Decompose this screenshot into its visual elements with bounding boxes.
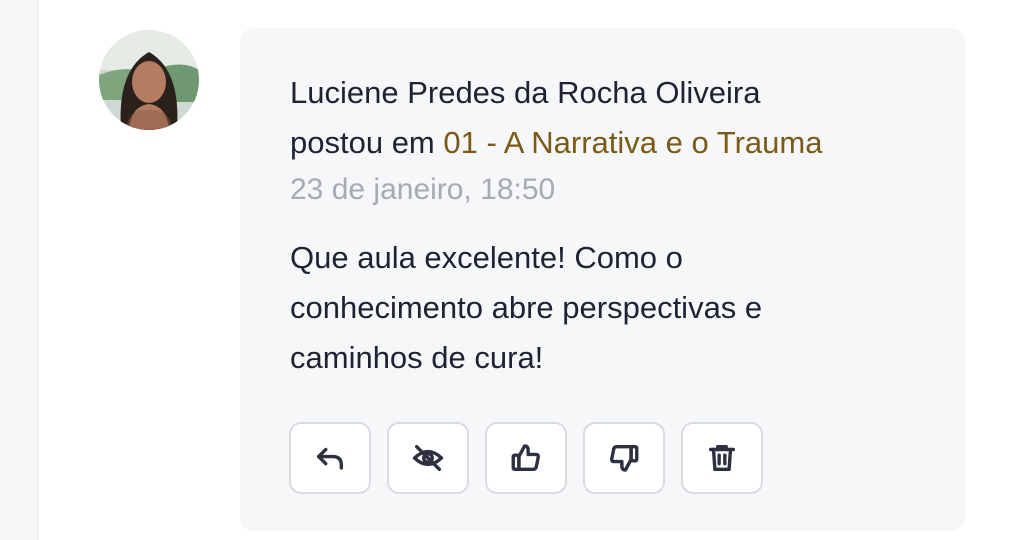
comment-body: Que aula excelente! Como o conhecimento … xyxy=(290,240,763,375)
eye-off-icon xyxy=(412,444,444,472)
thumbs-down-icon xyxy=(610,444,639,472)
hide-button[interactable] xyxy=(387,422,469,494)
posted-in-line: postou em 01 - A Narrativa e o Trauma xyxy=(290,118,950,168)
timestamp: 23 de janeiro, 18:50 xyxy=(290,173,556,206)
thumbs-up-icon xyxy=(511,444,540,472)
comment-card: Luciene Predes da Rocha Oliveira postou … xyxy=(240,28,965,531)
author-name[interactable]: Luciene Predes da Rocha Oliveira xyxy=(290,68,930,118)
left-panel-edge xyxy=(0,0,39,540)
avatar[interactable] xyxy=(99,30,199,130)
action-bar xyxy=(289,422,763,494)
reply-icon xyxy=(316,447,344,470)
posted-in-prefix: postou em xyxy=(290,125,444,160)
like-button[interactable] xyxy=(485,422,567,494)
delete-button[interactable] xyxy=(681,422,763,494)
avatar-photo xyxy=(99,30,199,130)
trash-icon xyxy=(708,444,736,472)
reply-button[interactable] xyxy=(289,422,371,494)
lesson-link[interactable]: 01 - A Narrativa e o Trauma xyxy=(443,125,822,160)
dislike-button[interactable] xyxy=(583,422,665,494)
